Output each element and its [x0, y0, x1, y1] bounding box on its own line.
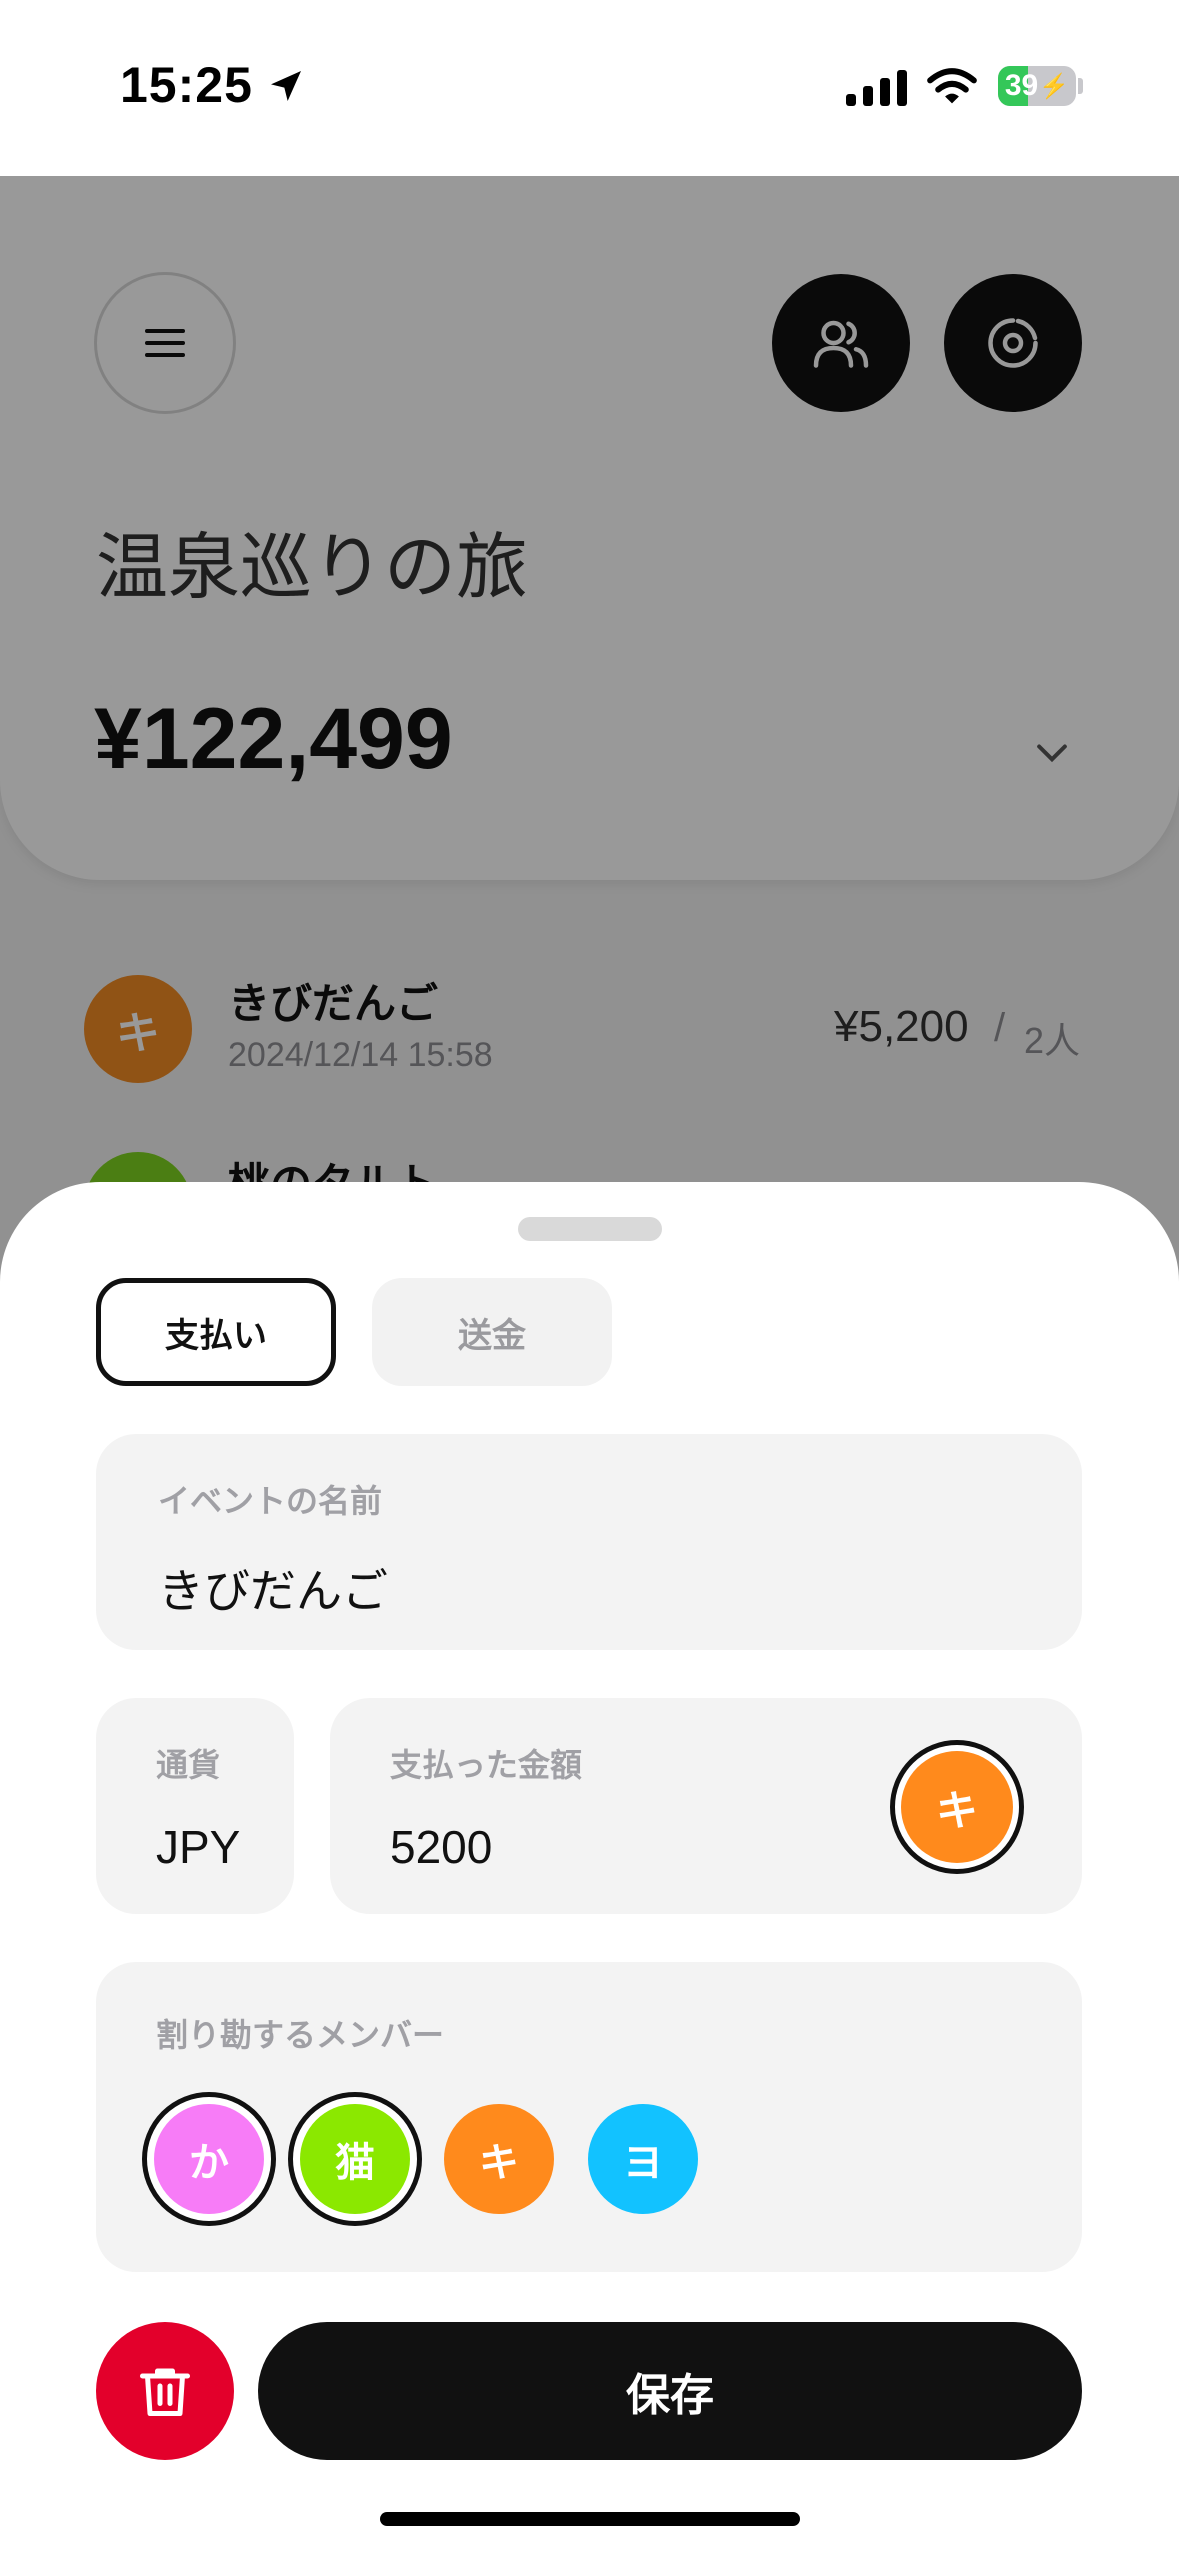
battery-cap	[1078, 78, 1083, 94]
currency-field[interactable]	[96, 1698, 294, 1914]
member-avatar: キ	[444, 2104, 554, 2214]
member-avatar: 猫	[300, 2104, 410, 2214]
member-avatar: ヨ	[588, 2104, 698, 2214]
tab-payment[interactable]: 支払い	[96, 1278, 336, 1386]
split-members-label: 割り勘するメンバー	[156, 2016, 445, 2054]
wifi-icon	[927, 68, 977, 104]
location-arrow-icon	[271, 71, 301, 101]
tab-transfer[interactable]: 送金	[372, 1278, 612, 1386]
currency-label: 通貨	[156, 1746, 221, 1784]
home-indicator[interactable]	[380, 2512, 800, 2526]
member-avatar: か	[154, 2104, 264, 2214]
save-button[interactable]: 保存	[258, 2322, 1082, 2460]
event-name-label: イベントの名前	[158, 1482, 383, 1520]
payer-selector[interactable]: キ	[890, 1740, 1024, 1874]
battery-level: 39	[1004, 69, 1039, 102]
member-toggle[interactable]: キ	[432, 2092, 566, 2226]
delete-button[interactable]	[96, 2322, 234, 2460]
member-toggle[interactable]: か	[142, 2092, 276, 2226]
payer-avatar: キ	[901, 1751, 1013, 1863]
cellular-signal-icon	[846, 66, 907, 106]
member-toggle[interactable]: ヨ	[576, 2092, 710, 2226]
charging-bolt-icon: ⚡	[1039, 72, 1070, 100]
status-time: 15:25	[120, 57, 253, 113]
member-toggle[interactable]: 猫	[288, 2092, 422, 2226]
amount-label: 支払った金額	[390, 1746, 583, 1784]
sheet-grabber[interactable]	[518, 1217, 662, 1241]
currency-value[interactable]: JPY	[156, 1820, 240, 1874]
battery-icon: 39 ⚡	[998, 66, 1076, 106]
trash-icon	[140, 2368, 190, 2416]
event-name-input[interactable]: きびだんご	[158, 1555, 388, 1621]
amount-input[interactable]: 5200	[390, 1820, 492, 1874]
